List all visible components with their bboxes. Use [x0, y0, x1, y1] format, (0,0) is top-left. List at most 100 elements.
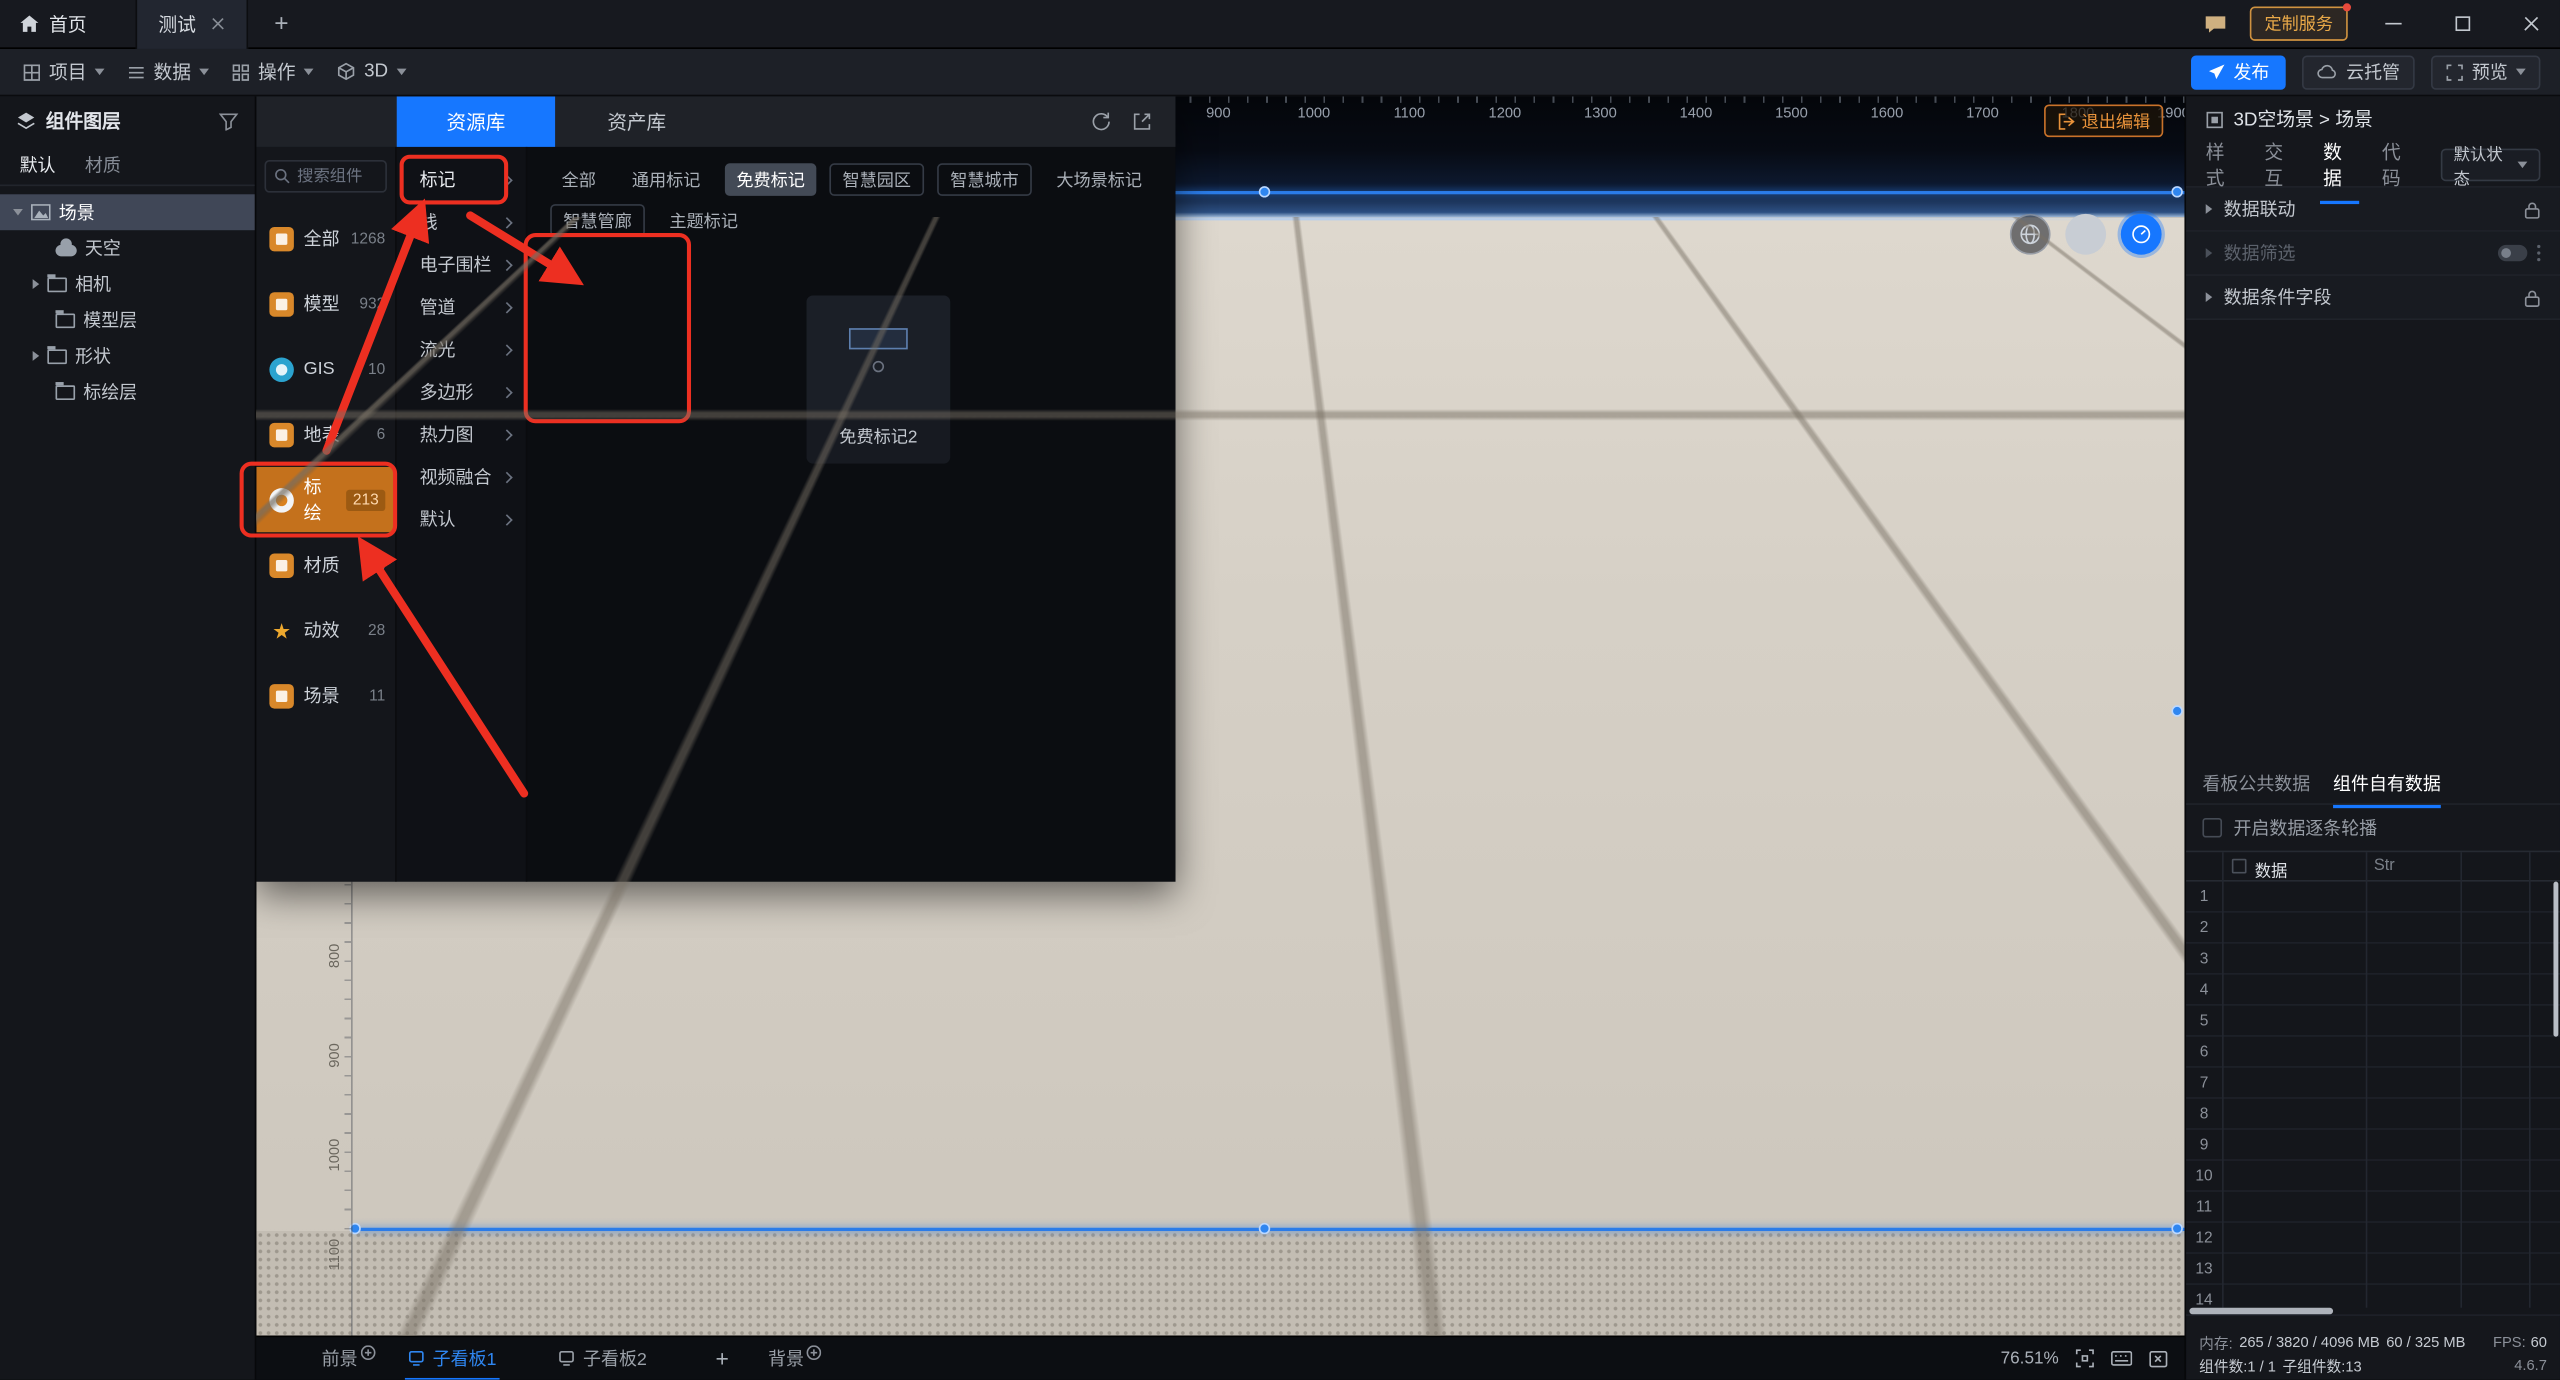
close-button[interactable]	[2508, 0, 2554, 48]
publish-button[interactable]: 发布	[2191, 55, 2286, 89]
add-circle-icon[interactable]	[807, 1345, 822, 1360]
filter-chip[interactable]: 智慧园区	[829, 163, 924, 196]
tab-component-own-data[interactable]: 组件自有数据	[2333, 770, 2441, 796]
section-data-condition-fields[interactable]: 数据条件字段	[2186, 276, 2560, 320]
maximize-button[interactable]	[2439, 0, 2485, 48]
filter-chip[interactable]: 智慧城市	[937, 163, 1032, 196]
select-all-checkbox[interactable]	[2232, 859, 2247, 874]
filter-chip[interactable]: 智慧管廊	[550, 204, 645, 237]
add-board-button[interactable]: +	[716, 1345, 729, 1371]
carousel-option[interactable]: 开启数据逐条轮播	[2202, 815, 2377, 841]
menu-3d[interactable]: 3D	[336, 62, 406, 82]
table-row[interactable]: 13	[2186, 1254, 2560, 1285]
tree-item-sky[interactable]: 天空	[0, 230, 255, 266]
service-badge[interactable]: 定制服务	[2250, 7, 2348, 41]
fit-screen-icon[interactable]	[2075, 1349, 2095, 1369]
tab-close-icon[interactable]	[211, 16, 226, 31]
subcategory-item[interactable]: 视频融合	[397, 456, 526, 498]
caret-right-icon[interactable]	[33, 351, 40, 361]
project-tab[interactable]: 测试	[136, 0, 249, 48]
tab-material[interactable]: 材质	[85, 152, 121, 178]
subcategory-item[interactable]: 流光	[397, 328, 526, 370]
table-row[interactable]: 7	[2186, 1068, 2560, 1099]
tab-interaction[interactable]: 交互	[2264, 138, 2297, 190]
category-item[interactable]: 场景 11	[256, 663, 395, 728]
table-row[interactable]: 12	[2186, 1223, 2560, 1254]
filter-chip[interactable]: 主题标记	[658, 204, 749, 237]
category-item[interactable]: GIS 10	[256, 336, 395, 401]
category-item[interactable]: 模型 932	[256, 271, 395, 336]
tab-data[interactable]: 数据	[2323, 138, 2356, 190]
menu-project[interactable]: 项目	[23, 59, 105, 85]
gauge-view-button[interactable]	[2121, 214, 2162, 255]
checkbox-icon[interactable]	[2202, 818, 2222, 838]
tree-item-model-layer[interactable]: 模型层	[0, 302, 255, 338]
chat-icon[interactable]	[2204, 14, 2227, 34]
subcategory-item[interactable]: 默认	[397, 498, 526, 540]
subcategory-item[interactable]: 线	[397, 201, 526, 243]
filter-chip[interactable]: 通用标记	[620, 163, 711, 196]
new-tab-button[interactable]: +	[274, 11, 288, 35]
selection-handle-mid-right[interactable]	[2171, 705, 2182, 716]
selection-handle-top-center[interactable]	[1259, 186, 1270, 197]
tab-asset-library[interactable]: 资产库	[555, 108, 718, 136]
subboard2-tab[interactable]: 子看板2	[555, 1336, 650, 1379]
foreground-layer-button[interactable]: 前景	[322, 1345, 376, 1371]
category-item[interactable]: 标绘 213	[256, 467, 395, 532]
table-row[interactable]: 8	[2186, 1099, 2560, 1130]
cloud-host-button[interactable]: 云托管	[2302, 55, 2415, 89]
table-row[interactable]: 5	[2186, 1006, 2560, 1037]
section-data-filter[interactable]: 数据筛选	[2186, 232, 2560, 276]
menu-data[interactable]: 数据	[127, 59, 209, 85]
data-table[interactable]: 数据 Str 1 2 3 4 5 6	[2186, 851, 2560, 1315]
flat-view-button[interactable]	[2065, 214, 2106, 255]
category-item[interactable]: 地表 6	[256, 402, 395, 467]
table-row[interactable]: 10	[2186, 1161, 2560, 1192]
tree-item-scene[interactable]: 场景	[0, 194, 255, 230]
home-button[interactable]: 首页	[20, 11, 87, 37]
table-row[interactable]: 1	[2186, 882, 2560, 913]
collapse-panel-icon[interactable]	[2149, 1349, 2169, 1367]
category-item[interactable]: 材质 8	[256, 532, 395, 597]
minimize-button[interactable]	[2371, 0, 2417, 48]
tab-resource-library[interactable]: 资源库	[397, 96, 555, 147]
filter-chip[interactable]: 全部	[550, 163, 607, 196]
table-row[interactable]: 2	[2186, 913, 2560, 944]
tab-board-public-data[interactable]: 看板公共数据	[2202, 770, 2310, 796]
caret-down-icon[interactable]	[13, 209, 23, 216]
keyboard-icon[interactable]	[2111, 1350, 2132, 1366]
vertical-scrollbar[interactable]	[2553, 882, 2558, 1037]
add-circle-icon[interactable]	[361, 1345, 376, 1360]
subcategory-item[interactable]: 电子围栏	[397, 243, 526, 285]
horizontal-scrollbar[interactable]	[2189, 1308, 2333, 1315]
table-row[interactable]: 6	[2186, 1037, 2560, 1068]
tab-style[interactable]: 样式	[2206, 138, 2239, 190]
menu-operate[interactable]: 操作	[232, 59, 314, 85]
tab-default[interactable]: 默认	[20, 152, 56, 178]
filter-chip[interactable]: 免费标记	[725, 163, 816, 196]
state-select[interactable]: 默认状态	[2441, 148, 2541, 181]
table-row[interactable]: 11	[2186, 1192, 2560, 1223]
subcategory-item[interactable]: 标记	[397, 158, 526, 200]
subboard1-tab[interactable]: 子看板1	[405, 1336, 500, 1379]
filter-chip[interactable]: 大场景标记	[1045, 163, 1154, 196]
tree-item-camera[interactable]: 相机	[0, 266, 255, 302]
filter-toggle[interactable]	[2498, 245, 2527, 261]
tree-item-shape[interactable]: 形状	[0, 338, 255, 374]
subcategory-item[interactable]: 热力图	[397, 413, 526, 455]
more-options-icon[interactable]	[2537, 251, 2540, 254]
filter-icon[interactable]	[219, 112, 239, 130]
section-data-linkage[interactable]: 数据联动	[2186, 188, 2560, 232]
selection-handle-bottom-right[interactable]	[2171, 1223, 2182, 1234]
background-layer-button[interactable]: 背景	[768, 1345, 822, 1371]
zoom-level[interactable]: 76.51%	[2001, 1349, 2059, 1369]
preview-button[interactable]: 预览	[2431, 55, 2540, 89]
table-row[interactable]: 3	[2186, 944, 2560, 975]
open-external-icon[interactable]	[1131, 111, 1152, 132]
category-item[interactable]: 动效 28	[256, 598, 395, 663]
category-item[interactable]: 全部 1268	[256, 206, 395, 271]
selection-handle-top-right[interactable]	[2171, 186, 2182, 197]
free-marker-card[interactable]: 免费标记2	[807, 296, 951, 464]
table-row[interactable]: 4	[2186, 975, 2560, 1006]
caret-right-icon[interactable]	[33, 279, 40, 289]
